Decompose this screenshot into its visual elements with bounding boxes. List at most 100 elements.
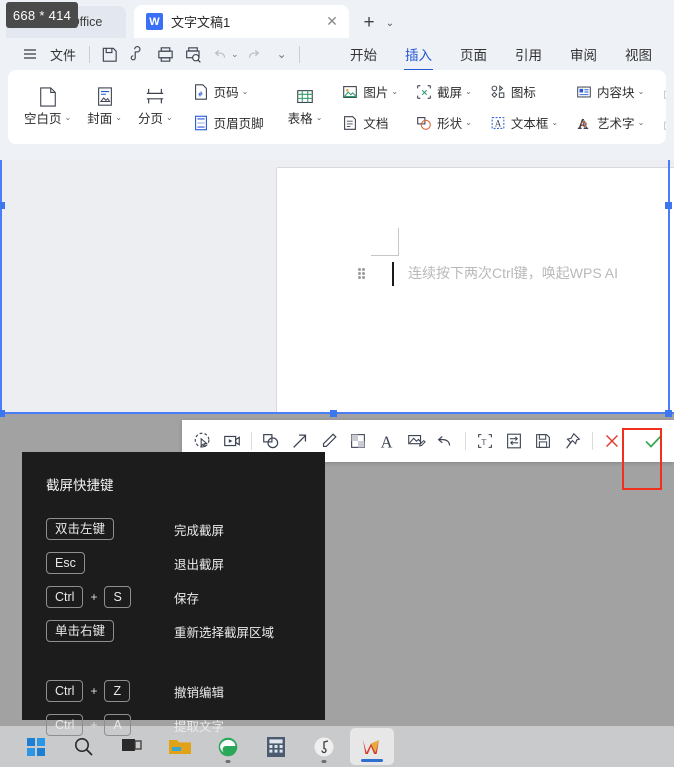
selection-handle-bottom-middle[interactable] <box>330 410 337 417</box>
ribbon-content-block[interactable]: 内容块 ⌄ <box>568 80 650 104</box>
blank-page-icon <box>38 87 58 107</box>
document-canvas[interactable] <box>0 160 674 413</box>
ribbon-document[interactable]: 文档 <box>334 111 394 135</box>
ribbon-page-break[interactable]: 分页 ⌄ <box>130 87 181 127</box>
page-break-dropdown-icon[interactable]: ⌄ <box>166 113 173 122</box>
cover-page-dropdown-icon[interactable]: ⌄ <box>115 113 122 122</box>
ribbon-word-art[interactable]: A 艺术字 ⌄ <box>568 111 650 135</box>
tab-page[interactable]: 页面 <box>446 40 501 69</box>
shortcut-keys-reselect: 单击右键 <box>46 619 174 643</box>
ribbon-icon-library[interactable]: 图标 <box>482 80 542 104</box>
shortcut-row-save: Ctrl + S 保存 <box>46 580 303 614</box>
quick-access-toolbar: 文件 ⌄ ⌄ 开始 插入 页面 引用 审阅 视图 <box>0 38 674 71</box>
text-icon[interactable]: A <box>373 425 402 457</box>
ribbon-page-number[interactable]: # 页码 ⌄ <box>185 80 255 104</box>
undo-dropdown-icon[interactable]: ⌄ <box>231 49 239 60</box>
selection-handle-bottom-left[interactable] <box>0 410 5 417</box>
chevron-down-icon[interactable]: ⌄ <box>381 8 399 38</box>
ribbon-text-box[interactable]: A 文本框 ⌄ <box>482 111 564 135</box>
ribbon-group-icon-textbox: 图标 A 文本框 ⌄ <box>480 74 566 140</box>
document-label: 文档 <box>363 117 389 131</box>
table-dropdown-icon[interactable]: ⌄ <box>316 113 323 122</box>
text-cursor <box>392 262 394 286</box>
wps-active-indicator <box>361 759 383 762</box>
paragraph-handle-icon[interactable] <box>358 268 367 279</box>
tab-review[interactable]: 审阅 <box>556 40 611 69</box>
selection-border-left[interactable] <box>0 160 2 414</box>
quickbar-divider <box>89 45 91 63</box>
mosaic-icon[interactable] <box>344 425 373 457</box>
tab-start[interactable]: 开始 <box>336 40 391 69</box>
plus-sign-undo: + <box>90 684 98 698</box>
more-commands-icon[interactable]: ⌄ <box>277 47 287 61</box>
tab-insert[interactable]: 插入 <box>391 40 446 71</box>
picture-dropdown-icon[interactable]: ⌄ <box>391 87 398 96</box>
text-box-dropdown-icon[interactable]: ⌄ <box>551 118 558 127</box>
undo-icon[interactable] <box>431 425 460 457</box>
title-tab-bar: WPS Office W 文字文稿1 ✕ + ⌄ 668 * 414 <box>0 0 674 38</box>
print-icon[interactable] <box>151 41 179 67</box>
word-art-dropdown-icon[interactable]: ⌄ <box>638 118 645 127</box>
selection-handle-right-middle[interactable] <box>665 202 672 209</box>
save-icon[interactable] <box>529 425 558 457</box>
icon-library-icon <box>488 82 508 102</box>
selection-border-right[interactable] <box>668 160 670 414</box>
translate-icon[interactable] <box>500 425 529 457</box>
ribbon-cover-page[interactable]: 封面 ⌄ <box>79 87 130 127</box>
hamburger-icon <box>16 41 44 67</box>
save-as-icon[interactable] <box>123 41 151 67</box>
ribbon-screenshot[interactable]: 截屏 ⌄ <box>408 80 478 104</box>
shapes-dropdown-icon[interactable]: ⌄ <box>465 118 472 127</box>
image-annotate-icon[interactable] <box>402 425 431 457</box>
ribbon-shapes[interactable]: 形状 ⌄ <box>408 111 478 135</box>
ribbon-group-content: 内容块 ⌄ A 艺术字 ⌄ <box>566 74 652 140</box>
quickbar-divider-2 <box>298 45 300 63</box>
screenshot-dropdown-icon[interactable]: ⌄ <box>465 87 472 96</box>
cover-page-label: 封面 <box>87 112 113 126</box>
word-art-icon: A <box>574 113 594 133</box>
file-menu-button[interactable]: 文件 <box>8 41 84 67</box>
icon-library-label: 图标 <box>510 86 536 100</box>
shortcut-desc-finish: 完成截屏 <box>174 523 225 538</box>
print-preview-icon[interactable] <box>179 41 207 67</box>
wps-office-icon[interactable] <box>348 726 396 767</box>
key-esc: Esc <box>46 551 85 575</box>
tab-reference[interactable]: 引用 <box>501 40 556 69</box>
svg-text:#: # <box>198 89 203 98</box>
page-number-dropdown-icon[interactable]: ⌄ <box>242 87 249 96</box>
shapes-label: 形状 <box>437 117 463 131</box>
shortcut-desc-save: 保存 <box>174 591 200 606</box>
document-tab[interactable]: W 文字文稿1 ✕ <box>134 5 349 38</box>
new-tab-button[interactable]: + <box>357 8 381 38</box>
table-icon <box>295 87 315 107</box>
blank-page-label: 空白页 <box>24 112 62 126</box>
shortcut-row-ocr: Ctrl + A 提取文字 <box>46 708 303 742</box>
ribbon-picture[interactable]: 图片 ⌄ <box>334 80 404 104</box>
screenshot-shortcut-panel: 截屏快捷键 双击左键 完成截屏 Esc 退出截屏 Ctrl + S 保存 单击右… <box>22 452 325 737</box>
key-a: A <box>104 713 131 737</box>
ribbon-group-table: 表格 ⌄ <box>278 74 333 140</box>
shortcut-panel-title: 截屏快捷键 <box>46 478 114 493</box>
ribbon-table[interactable]: 表格 ⌄ <box>280 87 331 127</box>
capture-toolbar-divider-3 <box>591 432 593 450</box>
tab-view[interactable]: 视图 <box>611 40 666 69</box>
blank-page-dropdown-icon[interactable]: ⌄ <box>65 113 72 122</box>
ribbon-header-footer[interactable]: 页眉页脚 <box>185 111 270 135</box>
selection-border-bottom[interactable] <box>0 412 674 414</box>
content-block-dropdown-icon[interactable]: ⌄ <box>638 87 645 96</box>
document-icon <box>340 113 360 133</box>
confirm-button-highlight <box>622 428 662 490</box>
selection-handle-bottom-right[interactable] <box>665 410 672 417</box>
music-player-icon[interactable] <box>300 726 348 767</box>
pin-icon[interactable] <box>558 425 587 457</box>
page-break-icon <box>145 87 165 107</box>
redo-icon[interactable] <box>239 41 267 67</box>
save-icon[interactable] <box>95 41 123 67</box>
ocr-text-icon[interactable]: T <box>471 425 500 457</box>
plus-sign-save: + <box>90 590 98 604</box>
key-ctrl-ocr: Ctrl <box>46 713 84 737</box>
document-page[interactable] <box>277 168 674 413</box>
close-tab-icon[interactable]: ✕ <box>323 13 341 31</box>
ribbon-blank-page[interactable]: 空白页 ⌄ <box>16 87 79 127</box>
selection-handle-left-middle[interactable] <box>0 202 5 209</box>
